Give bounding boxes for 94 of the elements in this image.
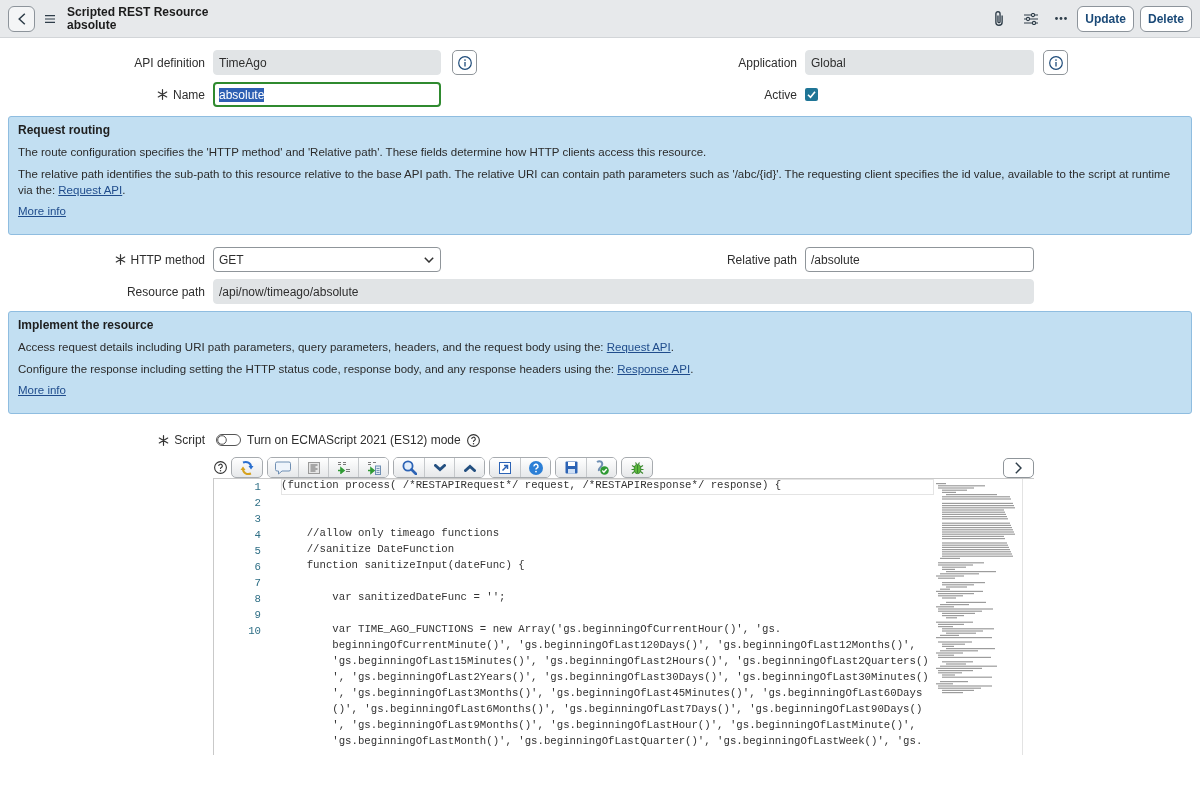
toolbar-button[interactable] <box>358 458 388 477</box>
inline-link[interactable]: Response API <box>617 363 691 375</box>
bug-icon <box>629 460 645 475</box>
record-name: absolute <box>67 18 118 32</box>
checkbox[interactable] <box>805 88 818 101</box>
toggle-switch[interactable] <box>216 434 241 446</box>
panel-title: Implement the resource <box>18 317 155 333</box>
field-label: Active <box>764 87 797 102</box>
inline-link[interactable]: Request API <box>58 184 123 196</box>
field-label: Script <box>174 433 205 447</box>
field-label: Name <box>173 87 205 102</box>
code-line: 'gs.beginningOfLast15Minutes()', 'gs.beginningOfLast2Hours()', 'gs.beginningOfLast2Quarters() <box>331 655 929 669</box>
line-number: 7 <box>253 576 262 591</box>
toolbar-button[interactable] <box>490 458 520 477</box>
replace-all-icon <box>366 460 381 475</box>
chevron-left-icon <box>17 12 26 25</box>
info-button[interactable] <box>452 50 477 75</box>
code-line: 'gs.beginningOfLastMonth()', 'gs.beginningOfLastQuarter()', 'gs.beginningOfLastWeek()', 'gs. <box>331 735 923 749</box>
line-number: 5 <box>253 544 262 559</box>
code-line: beginningOfCurrentMinute()', 'gs.beginningOfLast120Days()', 'gs.beginningOfLast12Months()', <box>331 639 916 653</box>
field-label: HTTP method <box>130 252 205 267</box>
code-format-icon <box>240 459 254 476</box>
back-button[interactable] <box>8 5 35 32</box>
toolbar-button[interactable] <box>520 458 550 477</box>
more-info-link[interactable]: More info <box>18 382 66 398</box>
action-button[interactable]: Delete <box>1139 5 1192 32</box>
code-line: function sanitizeInput(dateFunc) { <box>305 559 525 573</box>
panel-title: Request routing <box>18 122 111 138</box>
text-field[interactable]: absolute <box>213 82 441 107</box>
check-badge-icon <box>594 460 609 475</box>
code-line: ', 'gs.beginningOfLast3Months()', 'gs.beginningOfLast45Minutes()', 'gs.beginningOfLast60Days <box>331 687 923 701</box>
line-number: 3 <box>253 512 262 527</box>
line-number: 4 <box>253 528 262 543</box>
expand-icon <box>499 461 511 474</box>
code-line: ()', 'gs.beginningOfLast6Months()', 'gs.beginningOfLast7Days()', 'gs.beginningOfLast90Days() <box>331 703 923 717</box>
toolbar-button[interactable] <box>328 458 358 477</box>
field-label: Resource path <box>126 284 205 299</box>
toolbar-button[interactable] <box>424 458 454 477</box>
info-icon <box>1048 55 1063 70</box>
field-label: Application <box>738 55 797 70</box>
toggle-label: Turn on ECMAScript 2021 (ES12) mode <box>247 433 461 447</box>
toolbar-button[interactable] <box>621 457 653 478</box>
field-label: Relative path <box>726 252 797 267</box>
toolbar-button[interactable] <box>586 458 616 477</box>
page-title: Scripted REST Resource <box>67 5 209 19</box>
line-number: 10 <box>247 624 262 639</box>
inline-link[interactable]: Request API <box>606 341 671 353</box>
line-number: 1 <box>253 480 262 495</box>
info-icon <box>457 55 472 70</box>
chevron-up-icon <box>463 463 476 472</box>
more-info-link[interactable]: More info <box>18 203 66 219</box>
line-number: 9 <box>253 608 262 623</box>
info-text: The relative path identifies the sub-path to this resource relative to the base API path. The relative URI can contain path parameters such as '/abc/{id}'. The requesting client specifies the id value, available to the script at runtime via the: Request API. <box>18 167 1172 198</box>
line-number: 2 <box>253 496 262 511</box>
action-button[interactable]: Update <box>1077 5 1134 32</box>
sliders-icon[interactable] <box>1024 12 1039 25</box>
dropdown-select[interactable]: GET <box>213 247 441 272</box>
toolbar-button[interactable] <box>231 457 263 478</box>
replace-icon <box>336 461 351 474</box>
info-text: The route configuration specifies the 'HTTP method' and 'Relative path'. These fields determine how HTTP clients access this resource. <box>18 145 708 160</box>
code-line: //sanitize DateFunction <box>305 543 455 557</box>
text-block-icon <box>307 461 320 474</box>
code-line: //allow only timeago functions <box>305 527 500 541</box>
chevron-right-icon <box>1015 461 1022 474</box>
text-field[interactable]: /absolute <box>805 247 1034 272</box>
line-number: 6 <box>253 560 262 575</box>
code-line: (function process( /*RESTAPIRequest*/ request, /*RESTAPIResponse*/ response) { <box>281 479 782 493</box>
more-icon[interactable] <box>1055 17 1068 20</box>
toolbar-button[interactable] <box>454 458 484 477</box>
chevron-down-icon <box>424 256 434 263</box>
paperclip-icon[interactable] <box>995 11 1004 26</box>
text-field[interactable]: /api/now/timeago/absolute <box>213 279 1034 304</box>
info-button[interactable] <box>1043 50 1068 75</box>
reference-field[interactable]: Global <box>805 50 1034 75</box>
code-line: var sanitizedDateFunc = ''; <box>331 591 506 605</box>
line-number: 8 <box>253 592 262 607</box>
help-icon <box>528 460 543 475</box>
code-line: ', 'gs.beginningOfLast9Months()', 'gs.beginningOfLastHour()', 'gs.beginningOfLastMinute()', <box>331 719 916 733</box>
chevron-down-icon <box>433 463 446 472</box>
info-text: Access request details including URI path parameters, query parameters, headers, and the request body using the: Request API. <box>18 340 675 355</box>
reference-field[interactable]: TimeAgo <box>213 50 441 75</box>
save-icon <box>564 461 578 474</box>
toolbar-button[interactable] <box>394 458 424 477</box>
code-line: ', 'gs.beginningOfLast2Years()', 'gs.beginningOfLast30Days()', 'gs.beginningOfLast30Minutes() <box>331 671 929 685</box>
code-line: var TIME_AGO_FUNCTIONS = new Array('gs.beginningOfCurrentHour()', 'gs. <box>331 623 782 637</box>
comment-icon <box>275 460 291 475</box>
toolbar-button[interactable] <box>556 458 586 477</box>
search-icon <box>401 460 417 475</box>
help-icon[interactable] <box>214 461 227 474</box>
help-icon[interactable] <box>466 433 480 447</box>
panel-toggle-button[interactable] <box>1003 457 1034 478</box>
field-label: API definition <box>134 55 205 70</box>
menu-icon[interactable] <box>45 14 55 23</box>
info-text: Configure the response including setting the HTTP status code, response body, and any response headers using the: Response API. <box>18 362 695 377</box>
